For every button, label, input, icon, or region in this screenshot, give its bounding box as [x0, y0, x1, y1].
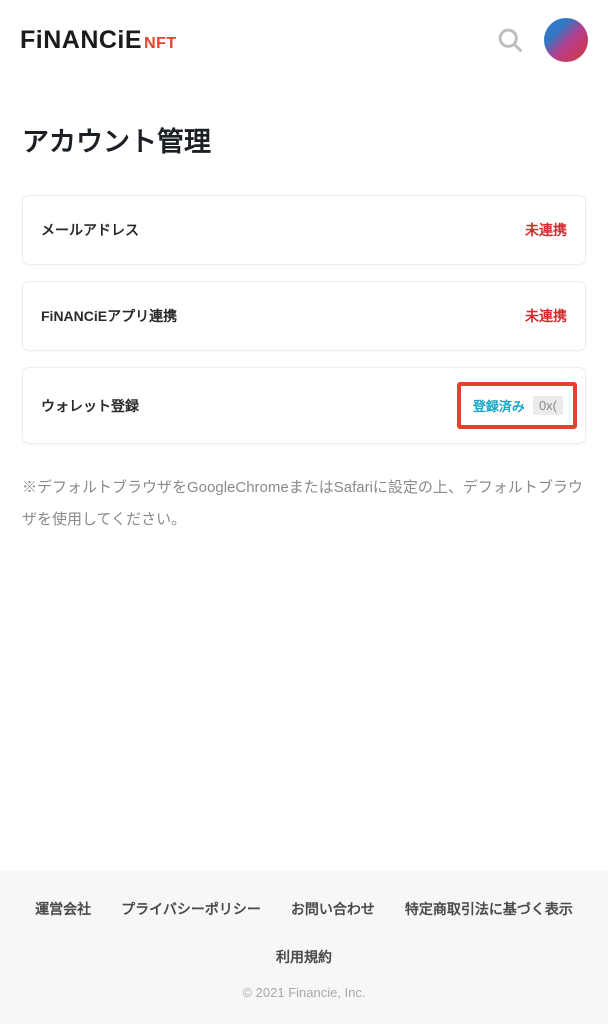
card-wallet-label: ウォレット登録: [41, 396, 139, 416]
footer-link-contact[interactable]: お問い合わせ: [291, 899, 375, 919]
logo[interactable]: FiNANCiE NFT: [20, 26, 177, 55]
logo-text-sub: NFT: [144, 35, 177, 53]
status-badge: 未連携: [525, 306, 567, 326]
wallet-status-highlight: 登録済み 0x(: [457, 382, 577, 429]
card-app-label: FiNANCiEアプリ連携: [41, 306, 177, 326]
card-wallet[interactable]: ウォレット登録 登録済み 0x(: [22, 367, 586, 444]
footer-link-commerce[interactable]: 特定商取引法に基づく表示: [405, 899, 573, 919]
avatar[interactable]: [544, 18, 588, 62]
footer-link-terms[interactable]: 利用規約: [276, 947, 332, 967]
main: アカウント管理 メールアドレス 未連携 FiNANCiEアプリ連携 未連携 ウォ…: [0, 80, 608, 871]
card-email[interactable]: メールアドレス 未連携: [22, 195, 586, 265]
wallet-address: 0x(: [533, 396, 563, 415]
footer-links: 運営会社 プライバシーポリシー お問い合わせ 特定商取引法に基づく表示 利用規約: [20, 899, 588, 967]
card-app-link[interactable]: FiNANCiEアプリ連携 未連携: [22, 281, 586, 351]
status-badge: 未連携: [525, 220, 567, 240]
status-badge: 登録済み: [473, 396, 525, 415]
footer-link-privacy[interactable]: プライバシーポリシー: [121, 899, 261, 919]
page-title: アカウント管理: [22, 120, 586, 159]
card-email-label: メールアドレス: [41, 220, 139, 240]
copyright: © 2021 Financie, Inc.: [20, 985, 588, 1000]
logo-text-main: FiNANCiE: [20, 26, 142, 55]
footer-link-company[interactable]: 運営会社: [35, 899, 91, 919]
search-icon[interactable]: [496, 26, 524, 54]
header: FiNANCiE NFT: [0, 0, 608, 80]
footer: 運営会社 プライバシーポリシー お問い合わせ 特定商取引法に基づく表示 利用規約…: [0, 871, 608, 1024]
browser-note: ※デフォルトブラウザをGoogleChromeまたはSafariに設定の上、デフ…: [22, 472, 586, 535]
header-right: [496, 18, 588, 62]
